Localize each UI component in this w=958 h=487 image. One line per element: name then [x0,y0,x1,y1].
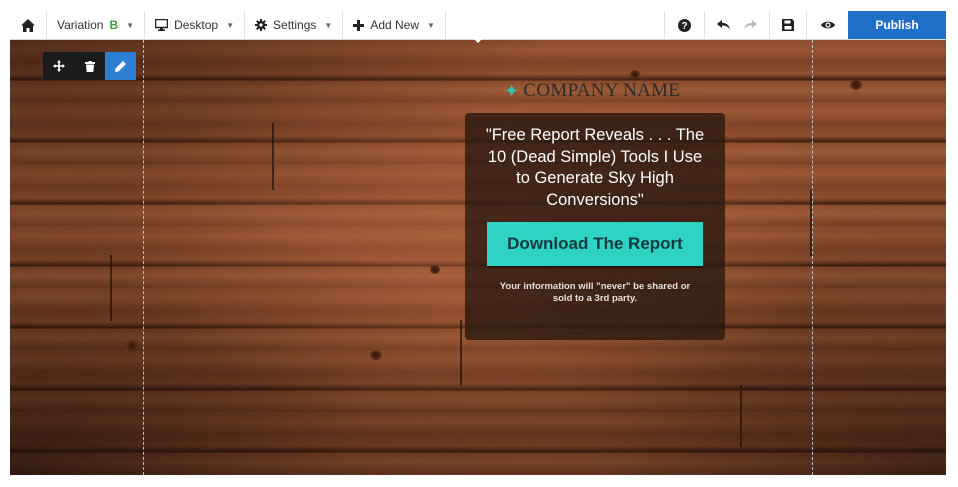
desktop-icon [155,19,169,31]
help-button[interactable]: ? [664,11,704,39]
trash-icon [84,60,95,72]
svg-text:?: ? [681,21,687,32]
history-controls [704,11,769,39]
device-label: Desktop [174,18,219,32]
toolbar-pointer-icon [474,39,482,43]
save-icon [782,19,794,31]
wood-knot [430,265,440,274]
plank-seam [272,123,274,190]
home-button[interactable] [10,11,47,39]
right-guide-line [812,40,813,475]
delete-button[interactable] [74,52,105,80]
privacy-disclaimer[interactable]: Your information will "never" be shared … [479,281,711,305]
headline[interactable]: "Free Report Reveals . . . The 10 (Dead … [479,125,711,211]
plus-icon [353,19,365,31]
home-icon [21,18,35,32]
page-canvas[interactable]: ✦ COMPANY NAME "Free Report Reveals . . … [10,40,946,475]
publish-button[interactable]: Publish [848,11,946,39]
undo-icon[interactable] [717,20,731,30]
wood-knot [850,80,862,90]
variation-value: B [109,18,119,32]
add-new-label: Add New [370,18,420,32]
move-icon [52,60,65,72]
logo-text: COMPANY NAME [523,80,681,101]
add-new-dropdown[interactable]: Add New ▼ [343,11,446,39]
variation-dropdown[interactable]: Variation B ▼ [47,11,146,39]
toolbar-right: ? Publish [664,11,946,39]
plank-seam [740,385,742,447]
wood-knot [370,350,382,360]
chevron-down-icon: ▼ [126,20,135,30]
download-report-button[interactable]: Download The Report [487,222,703,266]
preview-eye-icon [820,21,835,29]
device-dropdown[interactable]: Desktop ▼ [145,11,246,39]
chevron-down-icon: ▼ [427,20,435,30]
plank-seam [110,255,112,321]
move-button[interactable] [43,52,74,80]
edit-button[interactable] [105,52,136,80]
element-toolbar [43,52,136,80]
wood-knot [630,70,640,79]
faded-footer-text [479,322,711,331]
save-button[interactable] [769,11,806,39]
chevron-down-icon: ▼ [324,20,333,30]
plank-seam [460,320,462,385]
chevron-down-icon: ▼ [226,20,235,30]
optin-box[interactable]: "Free Report Reveals . . . The 10 (Dead … [465,113,725,340]
help-icon: ? [678,18,691,32]
company-logo[interactable]: ✦ COMPANY NAME [504,80,680,102]
redo-icon[interactable] [743,20,757,30]
left-guide-line [143,40,144,475]
settings-label: Settings [273,18,317,32]
pencil-icon [115,60,126,72]
editor-toolbar: Variation B ▼ Desktop ▼ Settings ▼ Add Ne… [10,11,946,40]
sparkle-icon: ✦ [504,80,520,101]
gear-icon [255,19,268,31]
wood-knot [125,340,139,352]
settings-dropdown[interactable]: Settings ▼ [245,11,344,39]
preview-button[interactable] [806,11,848,39]
variation-label: Variation [57,18,104,32]
